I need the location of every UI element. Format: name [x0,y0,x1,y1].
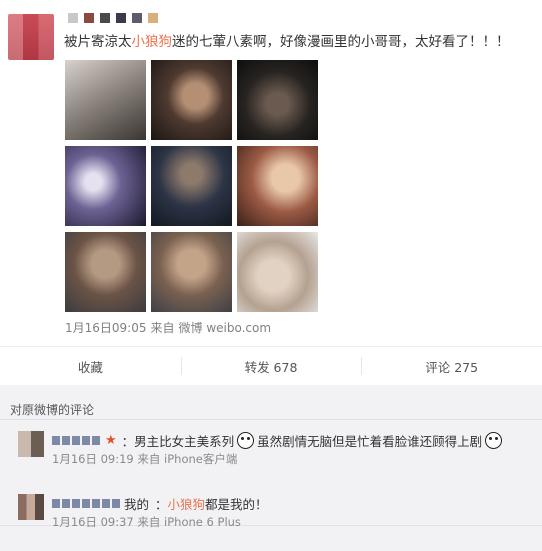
photo-1[interactable] [65,60,146,140]
mosaic-block [68,13,78,23]
mosaic-block [62,499,70,508]
photo-3[interactable] [237,60,318,140]
comment-button[interactable]: 评论 275 [361,347,542,385]
mosaic-block [112,499,120,508]
comment-meta: 1月16日 09:19 来自 iPhone客户端 [52,452,238,466]
commenter-avatar[interactable] [18,431,44,457]
commenter-name-mosaic[interactable] [52,499,120,508]
emoji-icon [485,432,503,449]
photo-2[interactable] [151,60,232,140]
photo-8[interactable] [151,232,232,312]
photo-5[interactable] [151,146,232,226]
post-text: 被片寄涼太小狼狗迷的七葷八素啊，好像漫画里的小哥哥，太好看了！！！ [64,33,534,51]
star-badge-icon: ★ [105,433,117,448]
username-mosaic[interactable] [68,13,158,23]
photo-6[interactable] [237,146,318,226]
comments-section: 对原微博的评论 ★ ：男主比女主美系列 虽然剧情无脑但是忙着看脸谁还顾得上剧 1… [0,385,542,551]
post-meta: 1月16日09:05 来自 微博 weibo.com [65,319,271,336]
mosaic-block [100,13,110,23]
post-topic-link[interactable]: 小狼狗 [132,34,173,50]
mosaic-block [116,13,126,23]
post-source[interactable]: 微博 weibo.com [179,319,272,336]
post-date[interactable]: 1月16日09:05 [65,319,147,336]
comment-text: ：男主比女主美系列 [121,434,235,449]
photo-4[interactable] [65,146,146,226]
commenter-name[interactable]: 我的 [124,494,149,513]
photo-grid [65,60,318,312]
mosaic-block [82,499,90,508]
comment-text: 都是我的！ [205,497,268,512]
comment-line: ★ ：男主比女主美系列 虽然剧情无脑但是忙着看脸谁还顾得上剧 [52,431,505,450]
comment-meta: 1月16日 09:37 来自 iPhone 6 Plus [52,515,241,529]
mosaic-block [52,499,60,508]
mosaic-block [132,13,142,23]
action-bar: 收藏 转发 678 评论 275 [0,346,542,386]
mosaic-block [92,436,100,445]
divider [0,419,542,420]
emoji-icon [237,432,255,449]
user-avatar[interactable] [8,14,54,60]
mosaic-block [148,13,158,23]
post-source-prefix: 来自 [150,321,175,335]
comment-line: 我的 ： 小狼狗 都是我的！ [52,494,268,513]
mosaic-block [82,436,90,445]
commenter-name-mosaic[interactable] [52,436,100,445]
mosaic-block [72,499,80,508]
post-text-part: 迷的七葷八素啊，好像漫画里的小哥哥，太好看了！！！ [172,34,510,50]
comment-label: 评论 275 [425,359,479,375]
favorite-label: 收藏 [77,359,103,375]
repost-button[interactable]: 转发 678 [180,347,362,385]
repost-label: 转发 678 [244,359,298,375]
commenter-avatar[interactable] [18,494,44,520]
mosaic-block [72,436,80,445]
mosaic-block [62,436,70,445]
weibo-post: 被片寄涼太小狼狗迷的七葷八素啊，好像漫画里的小哥哥，太好看了！！！ 1月16日0… [0,0,542,346]
comment-text: ： [155,497,168,512]
favorite-button[interactable]: 收藏 [0,347,181,385]
photo-7[interactable] [65,232,146,312]
mosaic-block [92,499,100,508]
photo-9[interactable] [237,232,318,312]
comment-text: 虽然剧情无脑但是忙着看脸谁还顾得上剧 [257,434,483,449]
mosaic-block [102,499,110,508]
post-text-part: 被片寄涼太 [64,34,132,50]
comments-title: 对原微博的评论 [10,403,95,417]
mosaic-block [84,13,94,23]
mosaic-block [52,436,60,445]
comment-topic-link[interactable]: 小狼狗 [168,494,206,513]
